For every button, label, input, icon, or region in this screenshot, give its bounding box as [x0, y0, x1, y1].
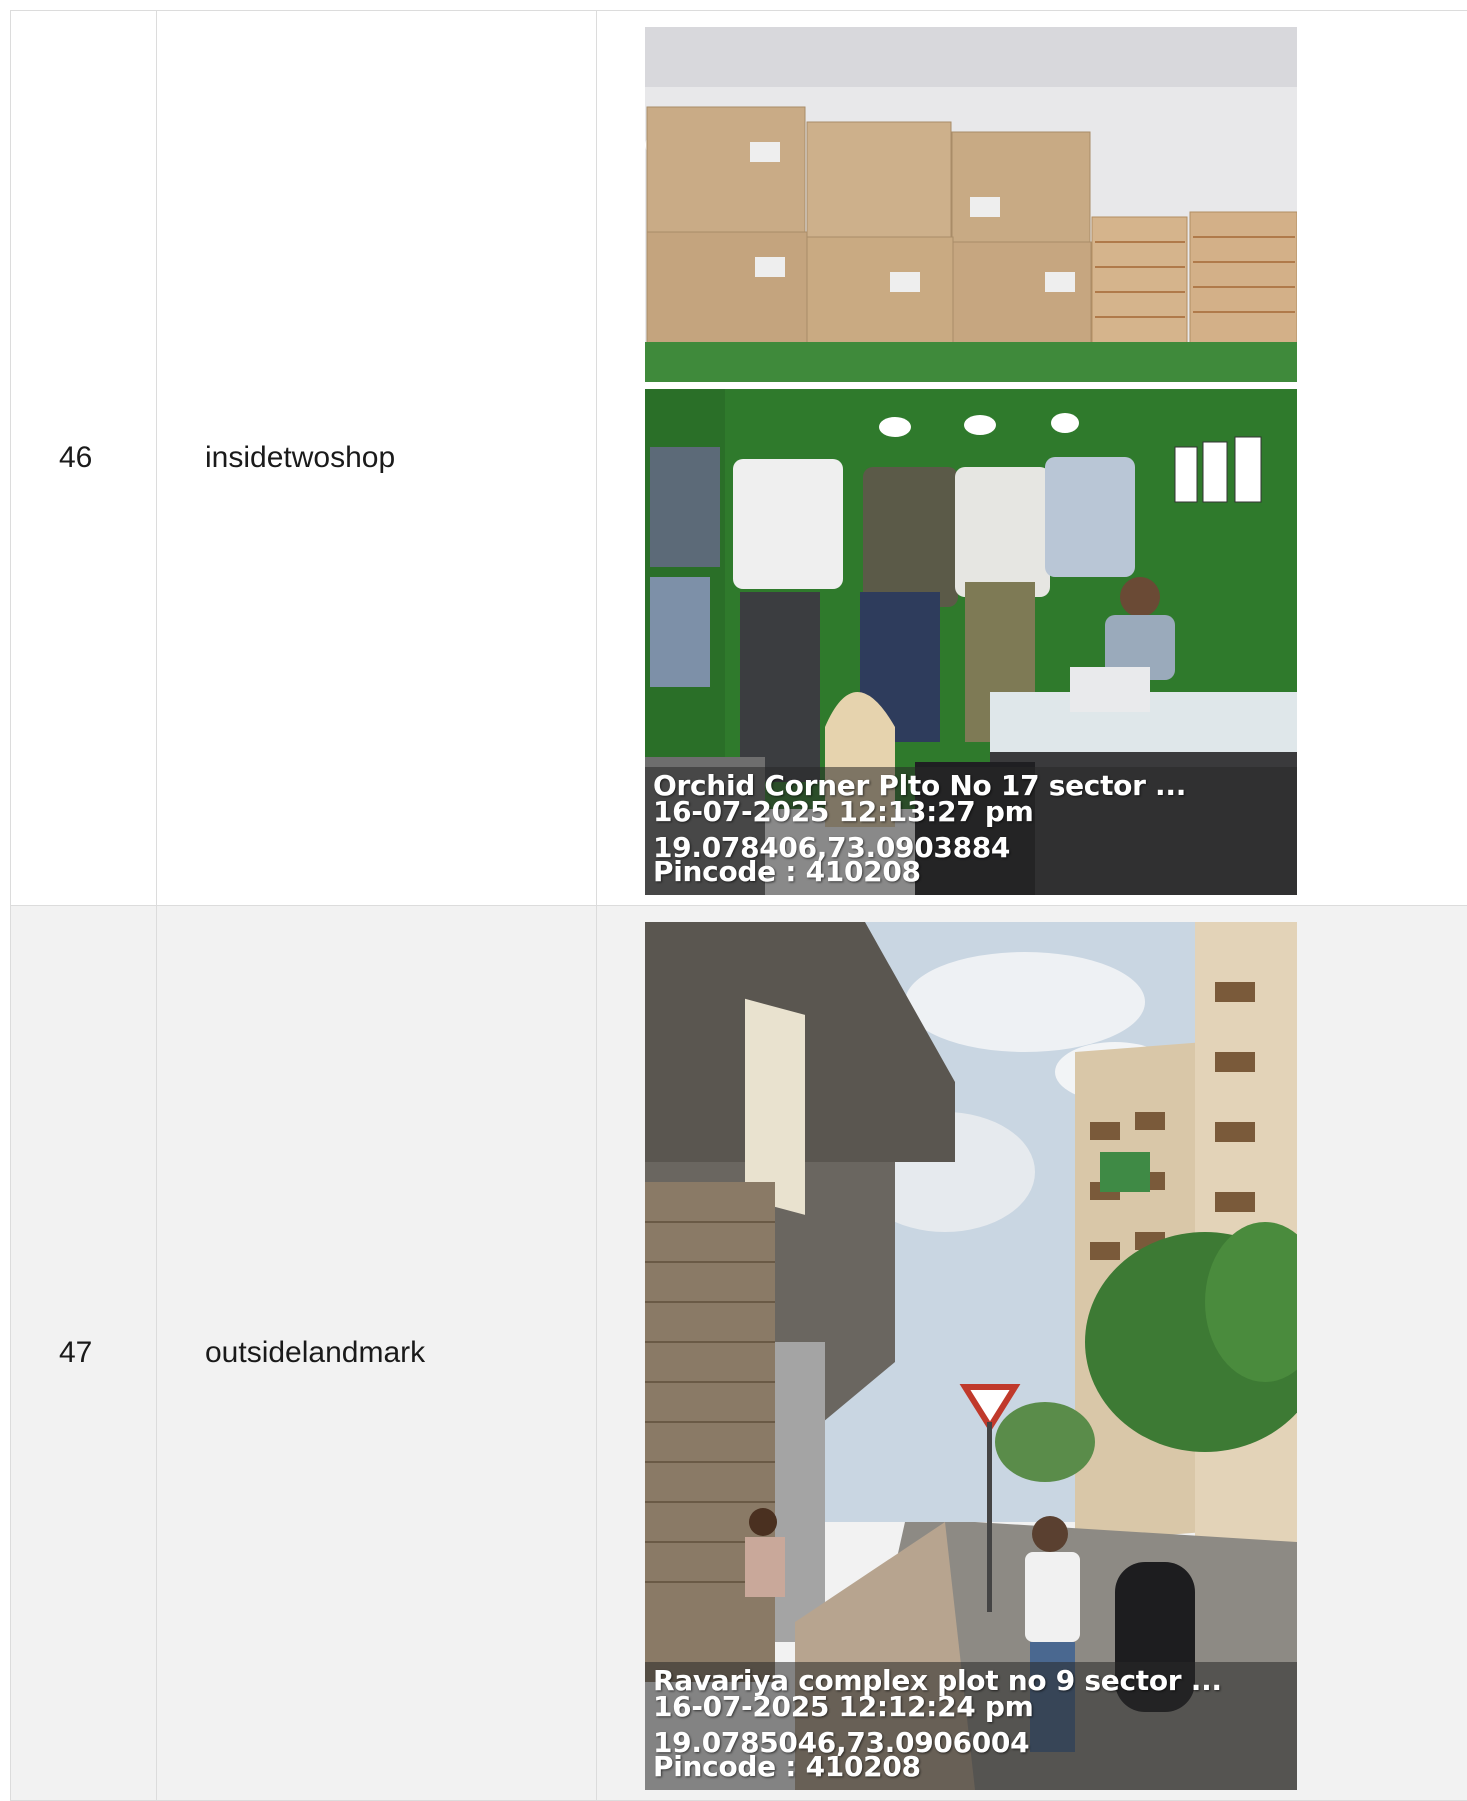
photo-pincode: Pincode : 410208	[653, 1752, 921, 1782]
photo-label: insidetwoshop	[157, 11, 597, 906]
street-landmark-photo[interactable]: Ravariya complex plot no 9 sector ... 16…	[645, 922, 1297, 1790]
row-number: 46	[11, 11, 157, 906]
street-landmark-illustration	[645, 922, 1297, 1790]
photo-pincode: Pincode : 410208	[653, 857, 921, 887]
photo-cell: Orchid Corner Plto No 17 sector ... 16-0…	[597, 11, 1467, 906]
photo-datetime: 16-07-2025 12:13:27 pm	[653, 797, 1034, 827]
table-row: 46 insidetwoshop	[11, 11, 1467, 906]
photo-cell: Ravariya complex plot no 9 sector ... 16…	[597, 906, 1467, 1801]
shop-interior-photo[interactable]: Orchid Corner Plto No 17 sector ... 16-0…	[645, 27, 1297, 895]
shop-interior-illustration	[645, 27, 1297, 895]
table-row: 47 outsidelandmark	[11, 906, 1467, 1801]
photo-datetime: 16-07-2025 12:12:24 pm	[653, 1692, 1034, 1722]
row-number: 47	[11, 906, 157, 1801]
photo-label: outsidelandmark	[157, 906, 597, 1801]
photo-report-table: 46 insidetwoshop	[10, 10, 1467, 1801]
